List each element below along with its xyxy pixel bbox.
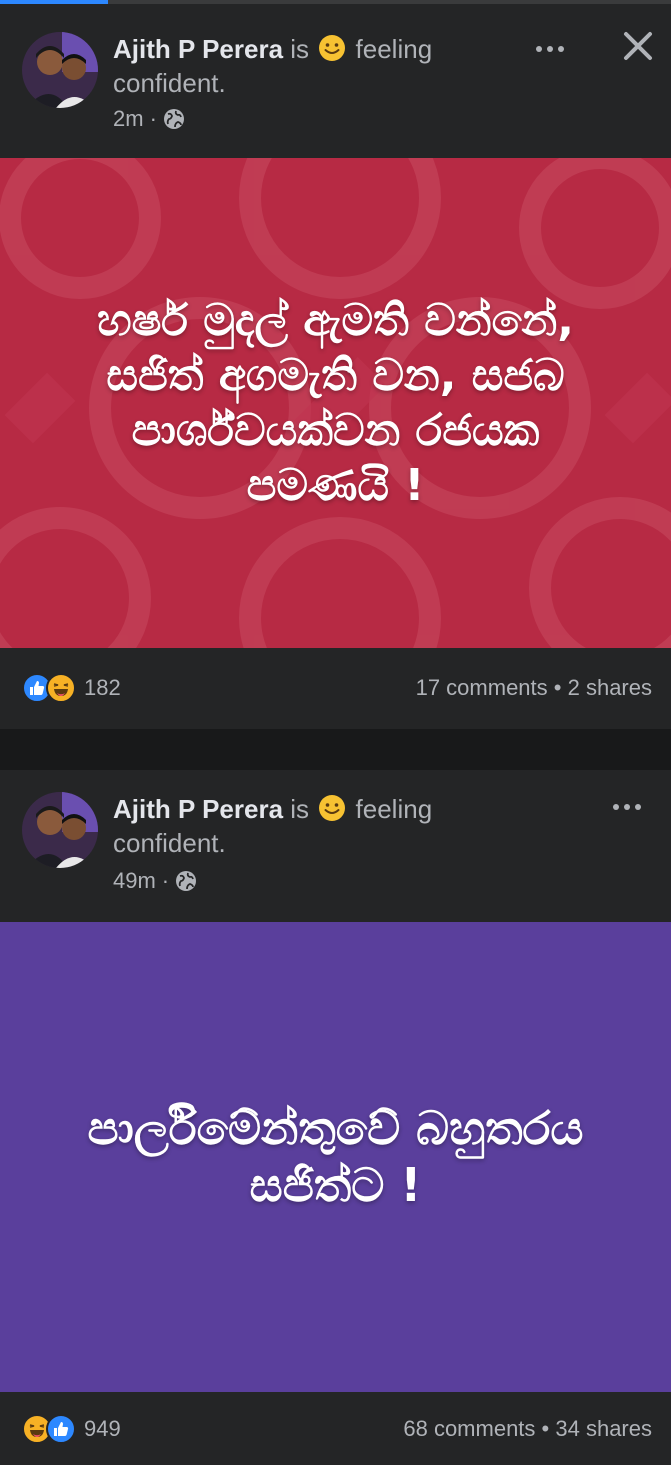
post-meta: 2m · (113, 106, 185, 132)
reaction-count: 182 (84, 675, 121, 700)
feeling-text: feeling (355, 34, 433, 64)
post-meta: 49m · (113, 868, 197, 894)
feeling-value[interactable]: confident. (113, 828, 226, 858)
post-time[interactable]: 2m (113, 106, 144, 132)
author-line: Ajith P Perera is feeling confident. (113, 792, 553, 860)
more-options-button[interactable] (607, 792, 647, 822)
text-card[interactable]: පාර්ලිමේන්තුවේ බහුතරය සජිත්ට ! (0, 922, 671, 1392)
reaction-count: 949 (84, 1415, 121, 1441)
feeling-value[interactable]: confident. (113, 68, 226, 98)
more-icon (536, 46, 542, 52)
post-header: Ajith P Perera is feeling confident. 49m… (0, 770, 671, 922)
feed-post: Ajith P Perera is feeling confident. 2m … (0, 4, 671, 729)
smile-emoji-icon (319, 35, 346, 61)
post-footer: 949 68 comments • 34 shares (0, 1392, 671, 1465)
stats-separator: • (541, 1415, 550, 1441)
stats-separator: • (553, 675, 562, 700)
globe-icon (163, 109, 184, 129)
post-stats: 17 comments • 2 shares (416, 675, 652, 701)
card-text: හර්ෂ මුදල් ඇමති වන්නේ, සජිත් අගමැති වන, … (96, 295, 575, 511)
reactions-summary[interactable]: 949 (22, 1413, 121, 1444)
comments-count-link[interactable]: 68 comments (403, 1416, 535, 1441)
globe-icon (176, 871, 197, 891)
meta-separator: · (149, 106, 157, 131)
author-name[interactable]: Ajith P Perera (113, 34, 283, 64)
more-options-button[interactable] (530, 34, 570, 64)
feed-post: Ajith P Perera is feeling confident. 49m… (0, 770, 671, 1465)
status-is-text: is (290, 794, 310, 824)
card-text: පාර්ලිමේන්තුවේ බහුතරය සජිත්ට ! (87, 1100, 584, 1213)
status-is-text: is (290, 34, 310, 64)
haha-reaction-icon (46, 673, 76, 703)
reactions-summary[interactable]: 182 (22, 673, 121, 703)
post-footer: 182 17 comments • 2 shares (0, 648, 671, 728)
post-time[interactable]: 49m (113, 868, 156, 894)
feeling-text: feeling (355, 794, 433, 824)
shares-count-link[interactable]: 34 shares (555, 1416, 652, 1441)
more-icon (613, 804, 619, 810)
author-name[interactable]: Ajith P Perera (113, 794, 283, 824)
meta-separator: · (161, 868, 170, 893)
author-line: Ajith P Perera is feeling confident. (113, 32, 553, 100)
avatar[interactable] (22, 792, 98, 868)
avatar[interactable] (22, 32, 98, 108)
shares-count-link[interactable]: 2 shares (568, 675, 652, 700)
text-card[interactable]: හර්ෂ මුදල් ඇමති වන්නේ, සජිත් අගමැති වන, … (0, 158, 671, 648)
close-icon[interactable] (618, 26, 658, 66)
comments-count-link[interactable]: 17 comments (416, 675, 548, 700)
like-reaction-icon (46, 1413, 76, 1444)
smile-emoji-icon (319, 795, 346, 821)
post-stats: 68 comments • 34 shares (403, 1416, 652, 1442)
post-header: Ajith P Perera is feeling confident. 2m … (0, 4, 671, 158)
